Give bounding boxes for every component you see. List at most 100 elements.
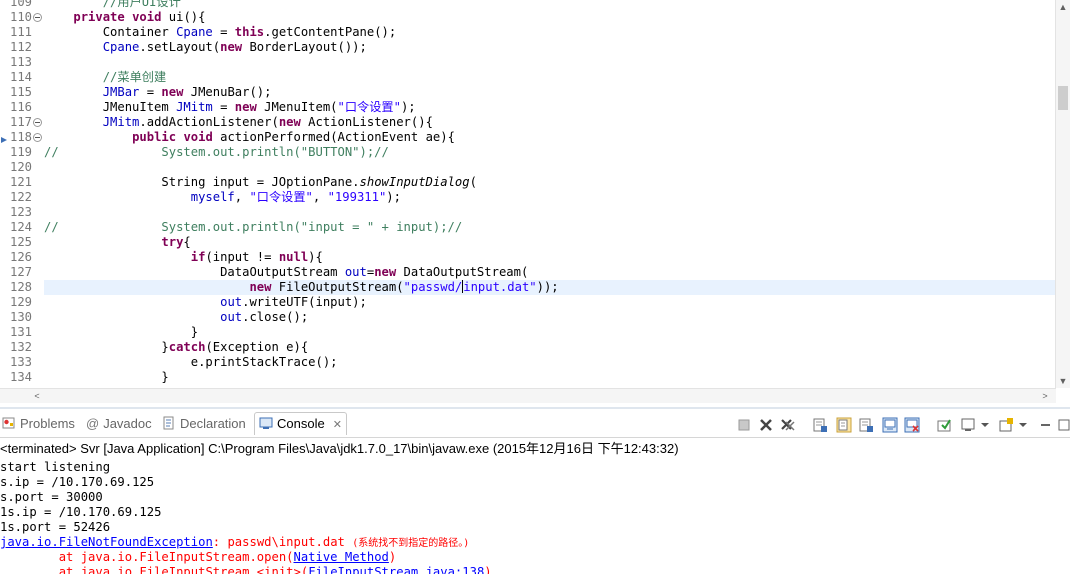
scroll-right-icon[interactable]: > xyxy=(1038,389,1052,403)
line-number-text: 112 xyxy=(10,40,33,54)
scroll-lock-icon[interactable] xyxy=(812,417,828,433)
code-line[interactable]: if(input != null){ xyxy=(44,250,1056,265)
code-token: //用户UI设计 xyxy=(102,0,181,9)
fold-toggle-icon[interactable] xyxy=(33,118,42,127)
line-number: 115 xyxy=(0,85,44,100)
open-console-icon[interactable] xyxy=(998,417,1014,433)
code-token: input.dat" xyxy=(463,280,537,294)
code-line[interactable] xyxy=(44,160,1056,175)
code-line[interactable]: JMenuItem JMitm = new JMenuItem("口令设置"); xyxy=(44,100,1056,115)
console-text: 1s.ip = /10.170.69.125 xyxy=(0,505,162,519)
stack-trace-link[interactable]: java.io.FileNotFoundException xyxy=(0,535,213,549)
code-line[interactable]: out.close(); xyxy=(44,310,1056,325)
terminate-icon[interactable] xyxy=(736,417,752,433)
pin-console-icon[interactable] xyxy=(936,417,952,433)
code-line-current[interactable]: new FileOutputStream("passwd/input.dat")… xyxy=(44,280,1056,295)
code-line[interactable]: myself, "口令设置", "199311"); xyxy=(44,190,1056,205)
tab-label: Declaration xyxy=(180,416,246,431)
code-token: { xyxy=(183,235,191,249)
stack-trace-link[interactable]: Native Method xyxy=(294,550,389,564)
code-line[interactable]: private void ui(){ xyxy=(44,10,1056,25)
remove-all-terminated-icon[interactable] xyxy=(780,417,796,433)
code-line[interactable]: Container Cpane = this.getContentPane(); xyxy=(44,25,1056,40)
code-token: ui(){ xyxy=(161,10,206,24)
maximize-icon[interactable] xyxy=(1058,417,1070,433)
editor-vertical-scrollbar[interactable]: ▲ ▼ xyxy=(1055,0,1070,388)
tab-console[interactable]: Console ✕ xyxy=(254,412,347,435)
code-editor[interactable]: 109 110 111 112 113 114 115 116 117 118 119 120 121 1… xyxy=(0,0,1070,404)
code-line[interactable]: // System.out.println("input = " + input… xyxy=(44,220,1056,235)
code-token: JMenuBar(); xyxy=(183,85,272,99)
line-number-text: 125 xyxy=(10,235,33,249)
show-console-on-stdout-icon[interactable] xyxy=(882,417,898,433)
line-number-text: 118 xyxy=(10,130,33,144)
line-number: 127 xyxy=(0,265,44,280)
override-marker-icon[interactable] xyxy=(0,133,8,143)
chevron-down-icon[interactable] xyxy=(1018,417,1034,433)
minimize-icon[interactable] xyxy=(1038,417,1054,433)
line-number-text: 123 xyxy=(10,205,33,219)
code-line[interactable]: //用户UI设计 xyxy=(44,0,1056,10)
scroll-thumb[interactable] xyxy=(1058,86,1068,110)
code-line[interactable]: } xyxy=(44,370,1056,385)
code-token: // System.out.println("BUTTON");// xyxy=(44,145,389,159)
tab-problems[interactable]: Problems xyxy=(2,413,75,435)
editor-horizontal-scrollbar[interactable]: < > xyxy=(0,388,1056,403)
code-token: public xyxy=(132,130,177,144)
line-number-text: 134 xyxy=(10,370,33,384)
code-line[interactable]: //菜单创建 xyxy=(44,70,1056,85)
code-line[interactable]: JMBar = new JMenuBar(); xyxy=(44,85,1056,100)
code-line[interactable]: try{ xyxy=(44,235,1056,250)
fold-toggle-icon[interactable] xyxy=(33,13,42,22)
remove-launch-icon[interactable] xyxy=(758,417,774,433)
scroll-left-icon[interactable]: < xyxy=(30,389,44,403)
fold-toggle-icon[interactable] xyxy=(33,133,42,142)
code-line[interactable] xyxy=(44,205,1056,220)
code-token: .writeUTF(input); xyxy=(242,295,367,309)
code-line[interactable]: }catch(Exception e){ xyxy=(44,340,1056,355)
code-line[interactable]: DataOutputStream out=new DataOutputStrea… xyxy=(44,265,1056,280)
stack-trace-link[interactable]: FileInputStream.java:138 xyxy=(308,565,484,574)
chevron-down-icon[interactable] xyxy=(980,417,996,433)
code-token: = xyxy=(212,25,235,39)
line-number: 117 xyxy=(0,115,44,130)
code-token: DataOutputStream( xyxy=(396,265,529,279)
code-line[interactable]: // System.out.println("BUTTON");// xyxy=(44,145,1056,160)
scroll-up-icon[interactable]: ▲ xyxy=(1056,0,1070,14)
code-token: (Exception e){ xyxy=(205,340,309,354)
console-line: s.port = 30000 xyxy=(0,490,1070,505)
tab-declaration[interactable]: Declaration xyxy=(162,413,246,435)
line-number-text: 121 xyxy=(10,175,33,189)
line-number-text: 109 xyxy=(10,0,33,9)
code-line[interactable]: JMitm.addActionListener(new ActionListen… xyxy=(44,115,1056,130)
code-line[interactable]: String input = JOptionPane.showInputDial… xyxy=(44,175,1056,190)
word-wrap-icon[interactable] xyxy=(836,417,852,433)
code-token: out xyxy=(220,295,243,309)
line-number: 125 xyxy=(0,235,44,250)
code-area[interactable]: //用户UI设计 private void ui(){ Container Cp… xyxy=(44,0,1056,388)
code-line[interactable]: Cpane.setLayout(new BorderLayout()); xyxy=(44,40,1056,55)
code-token: actionPerformed(ActionEvent ae){ xyxy=(212,130,455,144)
code-token: new xyxy=(278,115,301,129)
line-number-text: 111 xyxy=(10,25,33,39)
show-console-on-stderr-icon[interactable] xyxy=(904,417,920,433)
code-line[interactable] xyxy=(44,55,1056,70)
line-number: 130 xyxy=(0,310,44,325)
code-line[interactable]: out.writeUTF(input); xyxy=(44,295,1056,310)
scroll-down-icon[interactable]: ▼ xyxy=(1056,374,1070,388)
code-line[interactable]: } xyxy=(44,325,1056,340)
code-token: , xyxy=(234,190,250,204)
code-line[interactable]: e.printStackTrace(); xyxy=(44,355,1056,370)
tab-javadoc[interactable]: @ Javadoc xyxy=(86,413,152,435)
close-icon[interactable]: ✕ xyxy=(333,414,342,436)
code-line[interactable]: public void actionPerformed(ActionEvent … xyxy=(44,130,1056,145)
show-console-on-output-icon[interactable] xyxy=(858,417,874,433)
console-output[interactable]: start listening s.ip = /10.170.69.125 s.po… xyxy=(0,460,1070,574)
display-selected-console-icon[interactable] xyxy=(960,417,976,433)
code-token: new xyxy=(249,280,272,294)
line-number: 119 xyxy=(0,145,44,160)
